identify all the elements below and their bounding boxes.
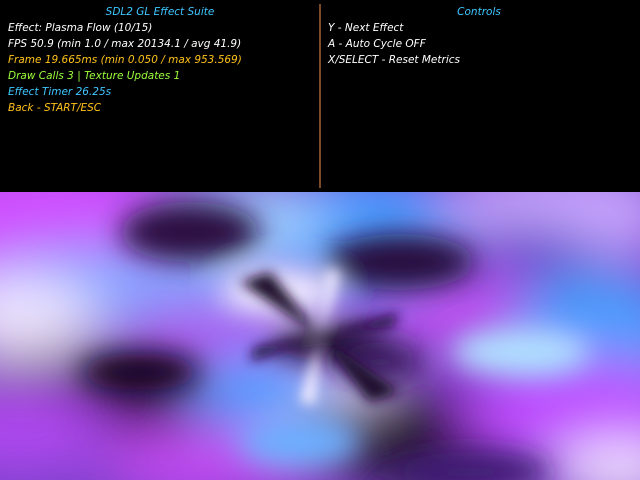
plasma-flow-render [0, 192, 640, 480]
frame-time-readout: Frame 19.665ms (min 0.050 / max 953.569) [8, 54, 242, 66]
controls-title: Controls [457, 6, 501, 18]
back-hint: Back - START/ESC [8, 102, 102, 114]
hud-overlay: SDL2 GL Effect Suite Effect: Plasma Flow… [0, 0, 640, 192]
panel-divider [319, 4, 321, 188]
control-next-effect: Y - Next Effect [328, 22, 404, 34]
fps-readout: FPS 50.9 (min 1.0 / max 20134.1 / avg 41… [8, 38, 242, 50]
controls-panel: Controls Y - Next Effect A - Auto Cycle … [328, 4, 632, 68]
control-reset-metrics: X/SELECT - Reset Metrics [328, 54, 460, 66]
control-auto-cycle: A - Auto Cycle OFF [328, 38, 426, 50]
effect-timer-readout: Effect Timer 26.25s [8, 86, 112, 98]
draw-calls-readout: Draw Calls 3 | Texture Updates 1 [8, 70, 181, 82]
effect-name: Effect: Plasma Flow (10/15) [8, 22, 153, 34]
stats-panel: SDL2 GL Effect Suite Effect: Plasma Flow… [8, 4, 312, 116]
plasma-effect-viewport [0, 192, 640, 480]
app-window: SDL2 GL Effect Suite Effect: Plasma Flow… [0, 0, 640, 480]
app-title: SDL2 GL Effect Suite [105, 6, 215, 18]
